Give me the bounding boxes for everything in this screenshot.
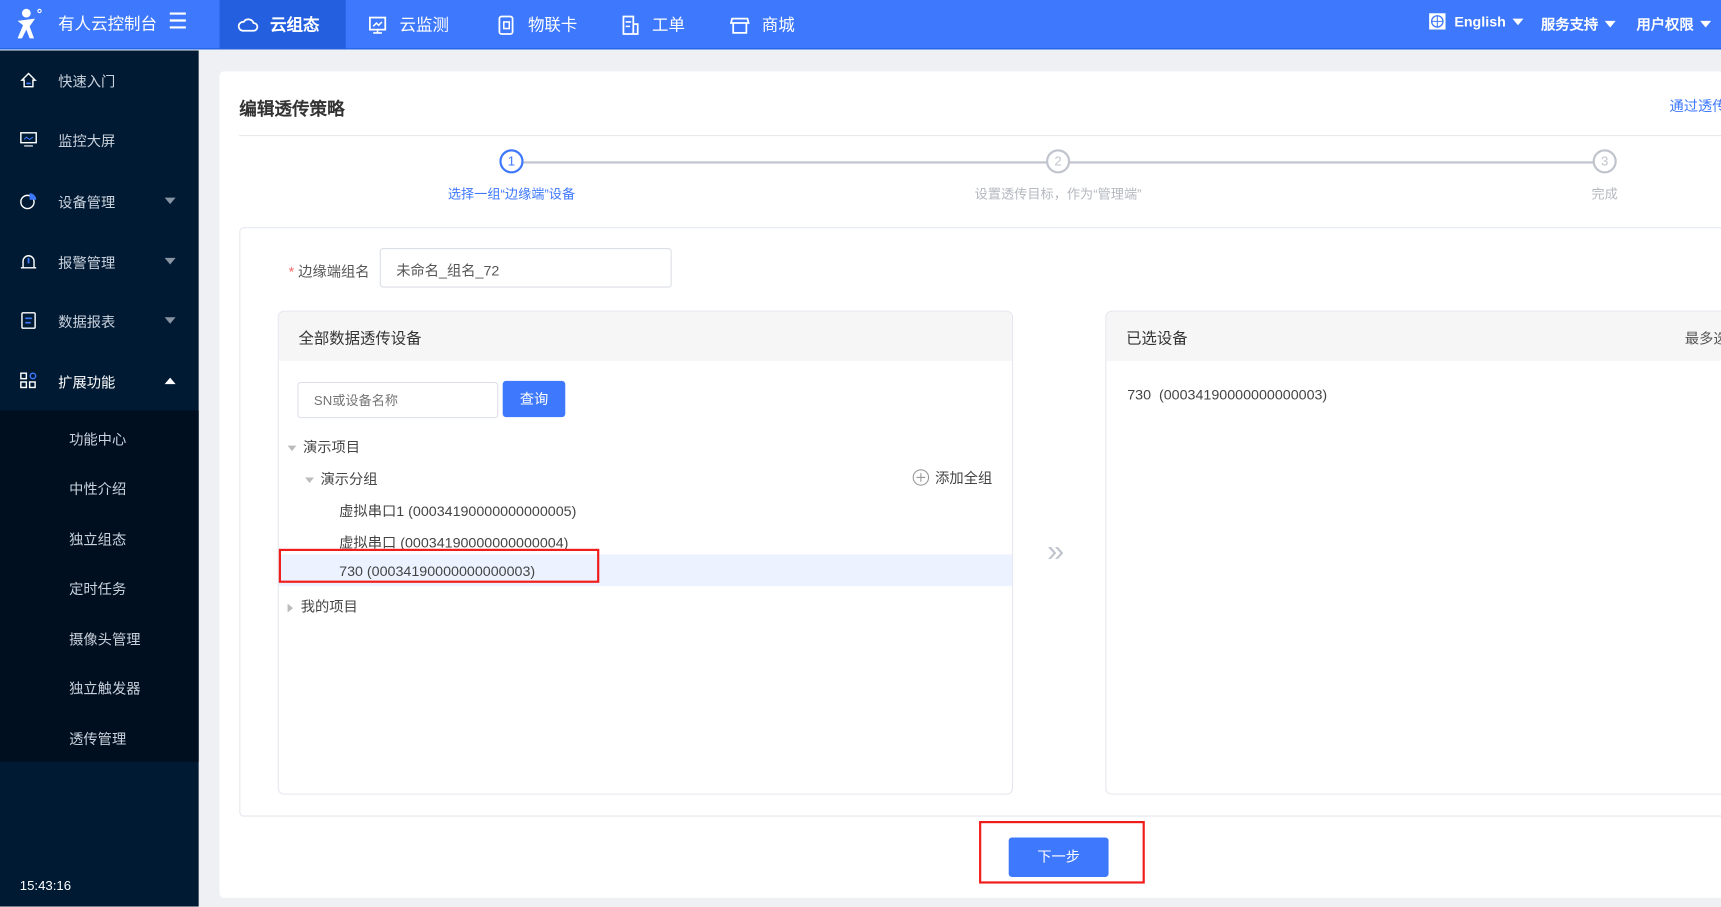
screen-icon [20, 132, 37, 147]
caret-right-icon [287, 603, 294, 612]
transfer-arrow-icon[interactable]: » [1047, 533, 1064, 568]
menu-toggle-icon[interactable]: ☰ [168, 11, 188, 33]
sidebar-item-data-reports[interactable]: 数据报表 [0, 291, 199, 350]
tree-node-my-project[interactable]: 我的项目 [287, 595, 358, 616]
chevron-up-icon [164, 377, 176, 385]
pie-icon [20, 193, 37, 210]
add-all-group-button[interactable]: 添加全组 [912, 466, 992, 487]
step-1-circle: 1 [499, 149, 524, 174]
alarm-icon [20, 255, 37, 269]
sidebar-sub-camera-management[interactable]: 摄像头管理 [69, 628, 140, 649]
selected-devices-title: 已选设备 [1106, 311, 1721, 362]
sidebar-sub-standalone-scada[interactable]: 独立组态 [69, 528, 126, 549]
clock: 15:43:16 [19, 878, 72, 894]
sidebar-sub-function-center[interactable]: 功能中心 [69, 428, 126, 449]
sidebar-item-monitor-screen[interactable]: 监控大屏 [0, 110, 199, 169]
tab-cloud-monitor[interactable]: 云监测 [349, 0, 466, 49]
sidebar-item-extensions[interactable]: 扩展功能 [0, 351, 199, 410]
step-2-circle: 2 [1046, 149, 1071, 174]
annotation-highlight-box [979, 821, 1145, 884]
caret-down-icon [305, 477, 314, 484]
report-icon [21, 312, 36, 329]
group-name-input[interactable]: 未命名_组名_72 [379, 248, 672, 288]
tree-node-demo-project[interactable]: 演示项目 [287, 436, 360, 457]
selected-device-item[interactable]: 730 (00034190000000000003) [1127, 386, 1327, 402]
annotation-highlight-box [278, 548, 600, 583]
sidebar-sub-standalone-trigger[interactable]: 独立触发器 [69, 677, 140, 698]
selected-devices-panel: 已选设备 最多选 730 (00034190000000000003) [1105, 310, 1721, 795]
passthrough-help-link[interactable]: 通过透传 [1669, 94, 1721, 115]
sidebar-item-alarm-management[interactable]: 报警管理 [0, 232, 199, 291]
sidebar-sub-scheduled-tasks[interactable]: 定时任务 [69, 577, 126, 598]
divider [239, 135, 1721, 137]
apps-icon [20, 372, 37, 389]
chevron-down-icon [164, 317, 176, 324]
chevron-down-icon [1604, 20, 1616, 27]
globe-icon [1429, 13, 1446, 30]
support-dropdown[interactable]: 服务支持 [1541, 13, 1616, 34]
caret-down-icon [287, 445, 297, 452]
step-3-label: 完成 [1591, 186, 1618, 202]
tab-work-order[interactable]: 工单 [601, 0, 702, 49]
tab-cloud-scada[interactable]: 云组态 [219, 0, 346, 50]
main-card: 编辑透传策略 通过透传 1 2 3 选择一组“边缘端”设备 设置透传目标，作为“… [219, 71, 1721, 898]
plus-circle-icon [912, 468, 930, 486]
sim-card-icon [498, 15, 514, 35]
page-title: 编辑透传策略 [239, 100, 345, 120]
cloud-icon [237, 17, 259, 32]
home-icon [20, 72, 37, 88]
shop-icon [729, 17, 750, 34]
device-search-input[interactable] [297, 381, 499, 419]
sidebar-submenu: 功能中心 中性介绍 独立组态 定时任务 摄像头管理 独立触发器 透传管理 [0, 410, 199, 762]
step-2-label: 设置透传目标，作为“管理端” [974, 186, 1142, 202]
work-order-icon [622, 15, 639, 35]
chevron-down-icon [164, 197, 176, 205]
step-3-circle: 3 [1592, 149, 1617, 174]
selection-limit: 最多选 [1684, 330, 1721, 347]
logo-icon [17, 8, 42, 39]
sidebar-sub-passthrough-management[interactable]: 透传管理 [69, 728, 126, 749]
group-name-label: * 边缘端组名 [288, 263, 370, 280]
permissions-dropdown[interactable]: 用户权限 [1637, 13, 1712, 34]
sidebar-item-device-management[interactable]: 设备管理 [0, 171, 199, 230]
chevron-down-icon [164, 257, 176, 265]
tab-shop[interactable]: 商城 [711, 0, 812, 49]
tree-node-demo-group[interactable]: 演示分组 [305, 468, 378, 489]
language-dropdown[interactable]: English [1429, 13, 1524, 30]
step-1-label: 选择一组“边缘端”设备 [447, 186, 576, 202]
sidebar-sub-neutral-intro[interactable]: 中性介绍 [69, 477, 126, 498]
brand-title: 有人云控制台 [58, 15, 157, 35]
form-box: * 边缘端组名 未命名_组名_72 全部数据透传设备 查询 演示项目 演示分组 … [239, 227, 1721, 817]
chevron-down-icon [1700, 20, 1712, 27]
chevron-down-icon [1512, 18, 1524, 25]
top-bar: 有人云控制台 ☰ 云组态 云监测 物联卡 工单 商城 English 服务支持 … [0, 0, 1721, 50]
sidebar-item-quick-start[interactable]: 快速入门 [0, 50, 199, 109]
tree-device-item[interactable]: 虚拟串口1 (00034190000000000005) [339, 499, 576, 520]
sidebar: 快速入门 监控大屏 设备管理 报警管理 数据报表 扩展功能 功能中心 中性介绍 … [0, 50, 199, 907]
search-button[interactable]: 查询 [502, 380, 566, 418]
tab-iot-card[interactable]: 物联卡 [477, 0, 594, 49]
all-devices-title: 全部数据透传设备 [278, 311, 1012, 362]
monitor-icon [369, 16, 387, 34]
